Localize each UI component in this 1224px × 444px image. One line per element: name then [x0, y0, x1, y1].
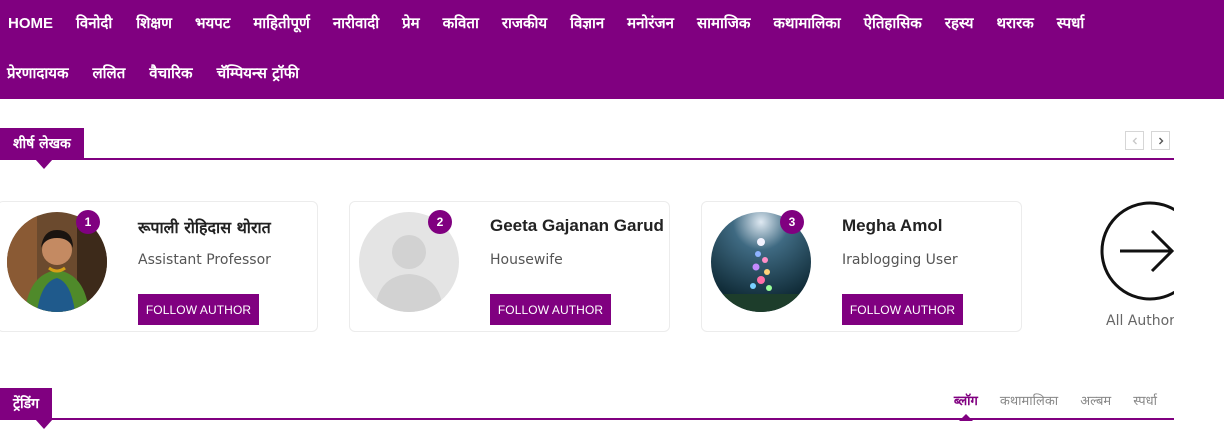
nav-row-2: प्रेरणादायक ललित वैचारिक चॅम्पियन्स ट्रॉ… — [0, 61, 299, 85]
author-card: 3 Megha Amol Irablogging User FOLLOW AUT… — [701, 201, 1022, 332]
nav-item-series[interactable]: कथामालिका — [773, 13, 840, 33]
nav-item-humor[interactable]: विनोदी — [76, 13, 112, 33]
all-authors-label: All Authors — [1106, 313, 1174, 329]
main-navigation: HOME विनोदी शिक्षण भयपट माहितीपूर्ण नारी… — [0, 0, 1224, 99]
nav-item-fine-arts[interactable]: ललित — [92, 63, 125, 83]
nav-item-social[interactable]: सामाजिक — [697, 13, 750, 33]
author-name[interactable]: Geeta Gajanan Garud — [490, 216, 664, 236]
nav-item-feminist[interactable]: नारीवादी — [333, 13, 379, 33]
nav-item-inspirational[interactable]: प्रेरणादायक — [7, 63, 68, 83]
nav-item-horror[interactable]: भयपट — [195, 13, 230, 33]
author-rank-badge: 2 — [428, 210, 452, 234]
nav-item-love[interactable]: प्रेम — [402, 13, 420, 33]
chevron-left-icon — [1132, 137, 1137, 144]
top-authors-title: शीर्ष लेखक — [13, 136, 71, 152]
nav-item-science[interactable]: विज्ञान — [570, 13, 604, 33]
tab-series[interactable]: कथामालिका — [1000, 391, 1058, 409]
all-authors-link[interactable]: All Authors — [1100, 201, 1174, 336]
tab-album[interactable]: अल्बम — [1080, 391, 1111, 409]
nav-item-political[interactable]: राजकीय — [502, 13, 547, 33]
trending-tabs: ब्लॉग कथामालिका अल्बम स्पर्धा — [932, 391, 1157, 421]
nav-item-mystery[interactable]: रहस्य — [945, 13, 974, 33]
nav-item-historical[interactable]: ऐतिहासिक — [864, 13, 922, 33]
tab-contest[interactable]: स्पर्धा — [1133, 391, 1157, 409]
author-rank-badge: 1 — [76, 210, 100, 234]
author-rank-badge: 3 — [780, 210, 804, 234]
nav-item-thriller[interactable]: थरारक — [996, 13, 1033, 33]
author-card: 2 Geeta Gajanan Garud Housewife FOLLOW A… — [349, 201, 670, 332]
author-role: Assistant Professor — [138, 252, 271, 268]
nav-row-1: HOME विनोदी शिक्षण भयपट माहितीपूर्ण नारी… — [0, 11, 1084, 35]
author-card: 1 रूपाली रोहिदास थोरात Assistant Profess… — [0, 201, 318, 332]
arrow-right-circle-icon — [1100, 201, 1174, 301]
chevron-right-icon — [1158, 137, 1163, 144]
nav-item-education[interactable]: शिक्षण — [136, 13, 172, 33]
nav-item-champions-trophy[interactable]: चॅम्पियन्स ट्रॉफी — [217, 63, 300, 83]
nav-item-poetry[interactable]: कविता — [443, 13, 479, 33]
nav-item-entertainment[interactable]: मनोरंजन — [627, 13, 674, 33]
tab-blog[interactable]: ब्लॉग — [954, 391, 978, 421]
follow-author-button[interactable]: FOLLOW AUTHOR — [842, 294, 963, 325]
trending-heading: ट्रेंडिंग — [0, 388, 54, 429]
nav-item-thoughtful[interactable]: वैचारिक — [149, 63, 192, 83]
top-authors-heading: शीर्ष लेखक — [0, 128, 84, 169]
author-name[interactable]: Megha Amol — [842, 216, 942, 236]
top-authors-divider — [0, 158, 1174, 160]
follow-author-button[interactable]: FOLLOW AUTHOR — [490, 294, 611, 325]
nav-item-informative[interactable]: माहितीपूर्ण — [253, 13, 310, 33]
slider-next-button[interactable] — [1151, 131, 1170, 150]
author-role: Housewife — [490, 252, 563, 268]
trending-divider — [0, 418, 1174, 420]
trending-title: ट्रेंडिंग — [13, 396, 40, 412]
author-role: Irablogging User — [842, 252, 958, 268]
author-name[interactable]: रूपाली रोहिदास थोरात — [138, 216, 271, 238]
nav-item-home[interactable]: HOME — [8, 15, 53, 32]
follow-author-button[interactable]: FOLLOW AUTHOR — [138, 294, 259, 325]
nav-item-contest[interactable]: स्पर्धा — [1057, 13, 1084, 33]
slider-prev-button[interactable] — [1125, 131, 1144, 150]
